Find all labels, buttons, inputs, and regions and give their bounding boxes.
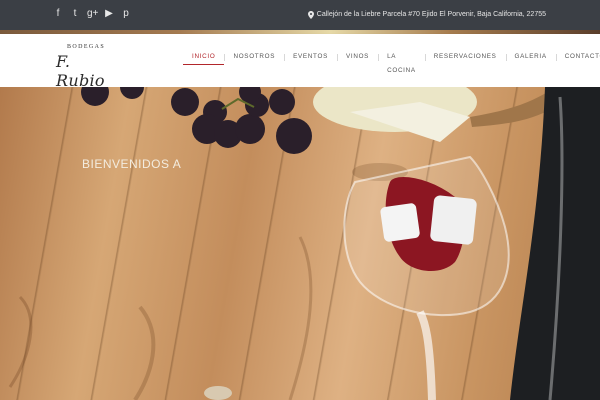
logo-main-text: F. Rubio bbox=[56, 52, 105, 90]
menu-item-nosotros[interactable]: NOSOTROS bbox=[224, 50, 284, 64]
social-links: f t g+ ▶ p bbox=[53, 8, 131, 20]
menu-item-contacto[interactable]: CONTACTO bbox=[555, 50, 600, 64]
hero-welcome-text: BIENVENIDOS A bbox=[82, 157, 182, 171]
main-nav: BODEGAS F. Rubio INICIO NOSOTROS EVENTOS… bbox=[0, 34, 600, 90]
main-menu: INICIO NOSOTROS EVENTOS VINOS LA COCINA … bbox=[183, 50, 600, 74]
menu-item-eventos[interactable]: EVENTOS bbox=[284, 50, 337, 64]
menu-item-inicio[interactable]: INICIO bbox=[183, 50, 225, 65]
youtube-icon[interactable]: ▶ bbox=[104, 8, 114, 20]
menu-item-la-cocina[interactable]: LA COCINA bbox=[378, 50, 425, 74]
google-plus-icon[interactable]: g+ bbox=[87, 8, 98, 20]
address-info: Callejón de la Liebre Parcela #70 Ejido … bbox=[307, 9, 546, 21]
menu-item-reservaciones[interactable]: RESERVACIONES bbox=[424, 50, 506, 64]
pinterest-icon[interactable]: p bbox=[121, 8, 131, 20]
top-bar: f t g+ ▶ p Callejón de la Liebre Parcela… bbox=[0, 0, 600, 30]
hero-image bbox=[8, 87, 600, 400]
menu-item-galeria[interactable]: GALERIA bbox=[505, 50, 556, 64]
hero-section: BIENVENIDOS A bbox=[0, 87, 600, 400]
logo[interactable]: BODEGAS F. Rubio bbox=[56, 42, 120, 90]
twitter-icon[interactable]: t bbox=[70, 8, 80, 20]
menu-item-vinos[interactable]: VINOS bbox=[336, 50, 378, 64]
map-pin-icon bbox=[307, 11, 314, 19]
address-text: Callejón de la Liebre Parcela #70 Ejido … bbox=[316, 11, 546, 18]
logo-top-text: BODEGAS bbox=[67, 44, 106, 50]
facebook-icon[interactable]: f bbox=[53, 8, 63, 20]
